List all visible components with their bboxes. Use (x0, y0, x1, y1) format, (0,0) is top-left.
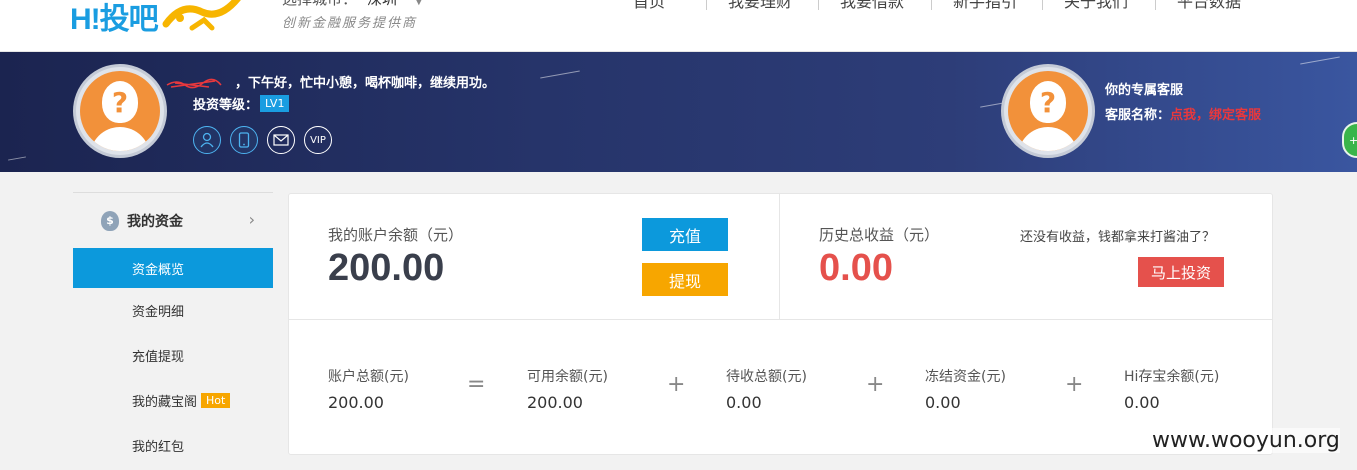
nav-divider (818, 0, 819, 10)
city-label: 选择城市： (282, 0, 357, 8)
sidebar-item-label: 资金明细 (132, 305, 185, 320)
sidebar-item-label: 资金概览 (132, 262, 185, 278)
divider (289, 319, 1272, 320)
decor-streak (1300, 56, 1340, 65)
stat-value-total: 200.00 (328, 393, 384, 412)
nav-divider (706, 0, 707, 10)
top-header: H!投吧 选择城市：深圳 ▼ 创新金融服务提供商 首页 我要理财 我要借款 新手指… (0, 0, 1357, 52)
earnings-value: 0.00 (819, 247, 893, 289)
sidebar-item-red-packets[interactable]: 我的红包 (73, 423, 273, 468)
plus-operator: + (1065, 372, 1084, 397)
stat-label-hi-deposit: Hi存宝余额(元) (1124, 369, 1220, 385)
balance-label: 我的账户余额（元） (328, 226, 464, 244)
decor-streak (540, 70, 580, 79)
site-logo[interactable]: H!投吧 (70, 0, 242, 40)
sidebar-item-label: 我的红包 (132, 440, 185, 455)
level-label: 投资等级： (193, 98, 259, 113)
nav-divider (1042, 0, 1043, 10)
customer-service-name: 客服名称：点我，绑定客服 (1105, 104, 1261, 123)
balance-value: 200.00 (328, 247, 445, 289)
decor-streak (8, 156, 26, 161)
level-badge: LV1 (260, 95, 290, 112)
greeting: ，下午好，忙中小憩，喝杯咖啡，继续用功。 (165, 72, 495, 91)
account-sidebar: $ 我的资金 › 资金概览 资金明细 充值提现 我的藏宝阁 Hot 我的红包 (73, 192, 273, 468)
stat-label-frozen: 冻结资金(元) (925, 369, 1006, 385)
nav-about[interactable]: 关于我们 (1064, 0, 1128, 12)
recharge-button[interactable]: 充值 (642, 218, 728, 251)
slogan: 创新金融服务提供商 (282, 16, 418, 31)
greeting-text: ，下午好，忙中小憩，喝杯咖啡，继续用功。 (235, 76, 496, 91)
email-verify-icon[interactable] (267, 126, 295, 154)
equals-operator: = (467, 372, 486, 397)
stat-value-frozen: 0.00 (925, 393, 961, 412)
sidebar-item-fund-details[interactable]: 资金明细 (73, 288, 273, 333)
stat-label-total: 账户总额(元) (328, 369, 409, 385)
sidebar-item-label: 充值提现 (132, 350, 185, 365)
hot-badge: Hot (201, 393, 231, 408)
redacted-username (166, 78, 222, 88)
nav-home[interactable]: 首页 (633, 0, 665, 12)
logo-text: H!投吧 (70, 3, 159, 36)
plus-operator: + (667, 372, 686, 397)
withdraw-button[interactable]: 提现 (642, 263, 728, 296)
stat-label-pending: 待收总额(元) (726, 369, 807, 385)
sidebar-header-my-funds[interactable]: $ 我的资金 › (73, 192, 273, 248)
chevron-right-icon: › (248, 210, 255, 229)
sidebar-item-recharge-withdraw[interactable]: 充值提现 (73, 333, 273, 378)
verification-icons: VIP (193, 126, 332, 154)
fund-overview-panel: 我的账户余额（元） 200.00 充值 提现 历史总收益（元） 0.00 还没有… (288, 193, 1273, 455)
plus-operator: + (866, 372, 885, 397)
nav-platform-data[interactable]: 平台数据 (1177, 0, 1241, 12)
customer-service-title: 你的专属客服 (1105, 83, 1184, 98)
sidebar-item-treasure[interactable]: 我的藏宝阁 Hot (73, 378, 273, 423)
stat-value-hi-deposit: 0.00 (1124, 393, 1160, 412)
nav-divider (1155, 0, 1156, 10)
logo-mascot-icon (162, 0, 241, 31)
cs-name-label: 客服名称： (1105, 108, 1171, 123)
nav-divider (931, 0, 932, 10)
investment-level: 投资等级： LV1 (193, 94, 290, 113)
user-avatar[interactable]: ? (73, 64, 167, 158)
user-banner: ? ，下午好，忙中小憩，喝杯咖啡，继续用功。 投资等级： LV1 VIP ? 你… (0, 52, 1357, 172)
earnings-label: 历史总收益（元） (819, 226, 940, 244)
chevron-down-icon[interactable]: ▼ (415, 0, 423, 7)
watermark: www.wooyun.org (1152, 428, 1340, 453)
stat-label-available: 可用余额(元) (527, 369, 608, 385)
stat-value-pending: 0.00 (726, 393, 762, 412)
bind-service-link[interactable]: 点我，绑定客服 (1170, 108, 1261, 123)
money-bag-icon: $ (101, 210, 119, 231)
user-verify-icon[interactable] (193, 126, 221, 154)
nav-invest[interactable]: 我要理财 (728, 0, 792, 12)
city-selector[interactable]: 选择城市：深圳 ▼ (282, 0, 423, 9)
nav-borrow[interactable]: 我要借款 (840, 0, 904, 12)
vip-icon[interactable]: VIP (304, 126, 332, 154)
sidebar-item-label: 我的藏宝阁 (132, 395, 198, 410)
sidebar-item-fund-overview[interactable]: 资金概览 (73, 248, 273, 288)
city-value[interactable]: 深圳 (357, 0, 408, 9)
earnings-hint: 还没有收益，钱都拿来打酱油了？ (1020, 230, 1216, 245)
divider (779, 194, 780, 320)
phone-verify-icon[interactable] (230, 126, 258, 154)
customer-service-avatar: ? (1001, 64, 1095, 158)
avatar-placeholder-icon: ? (80, 71, 160, 151)
nav-guide[interactable]: 新手指引 (953, 0, 1017, 12)
avatar-placeholder-icon: ? (1008, 71, 1088, 151)
invest-now-button[interactable]: 马上投资 (1138, 257, 1224, 287)
stat-value-available: 200.00 (527, 393, 583, 412)
sidebar-header-label: 我的资金 (127, 213, 183, 230)
